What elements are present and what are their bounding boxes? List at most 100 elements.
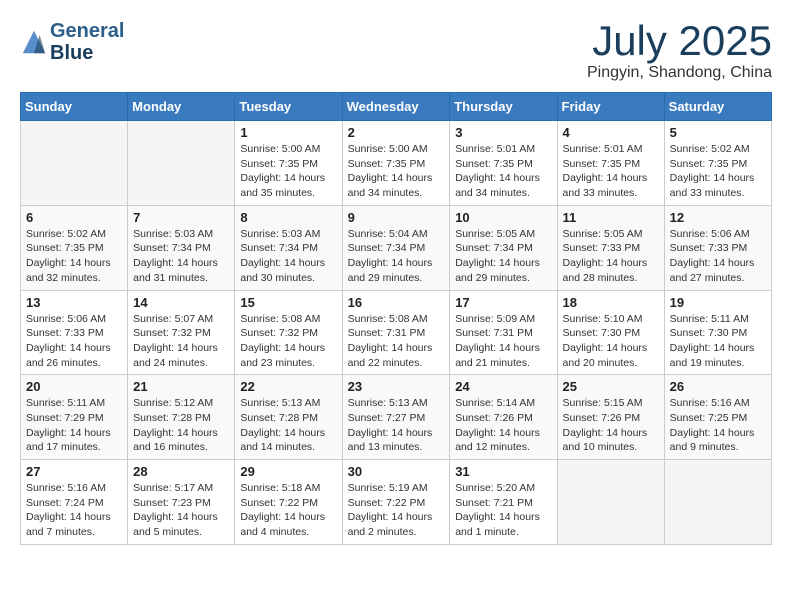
calendar-cell: 31Sunrise: 5:20 AMSunset: 7:21 PMDayligh…	[450, 460, 557, 545]
calendar-cell: 27 Sunrise: 5:16 AMSunset: 7:24 PMDayligh…	[21, 460, 128, 545]
logo-icon	[20, 28, 48, 56]
day-info: Sunrise: 5:06 AMSunset: 7:33 PMDaylight:…	[670, 227, 766, 286]
calendar-cell: 7 Sunrise: 5:03 AMSunset: 7:34 PMDaylight…	[128, 205, 235, 290]
day-info: Sunrise: 5:09 AMSunset: 7:31 PMDaylight:…	[455, 312, 551, 371]
day-info: Sunrise: 5:16 AMSunset: 7:24 PMDaylight:…	[26, 481, 122, 540]
day-number: 30	[348, 464, 445, 479]
calendar-cell	[128, 121, 235, 206]
day-info: Sunrise: 5:03 AMSunset: 7:34 PMDaylight:…	[240, 227, 336, 286]
day-number: 16	[348, 295, 445, 310]
calendar-week-1: 1 Sunrise: 5:00 AMSunset: 7:35 PMDaylight…	[21, 121, 772, 206]
calendar-header-row: SundayMondayTuesdayWednesdayThursdayFrid…	[21, 93, 772, 121]
calendar-cell: 1 Sunrise: 5:00 AMSunset: 7:35 PMDaylight…	[235, 121, 342, 206]
day-number: 3	[455, 125, 551, 140]
calendar-cell: 6 Sunrise: 5:02 AMSunset: 7:35 PMDaylight…	[21, 205, 128, 290]
calendar-cell: 25 Sunrise: 5:15 AMSunset: 7:26 PMDayligh…	[557, 375, 664, 460]
day-info: Sunrise: 5:06 AMSunset: 7:33 PMDaylight:…	[26, 312, 122, 371]
weekday-header-sunday: Sunday	[21, 93, 128, 121]
day-info: Sunrise: 5:02 AMSunset: 7:35 PMDaylight:…	[26, 227, 122, 286]
day-number: 21	[133, 379, 229, 394]
title-block: July 2025 Pingyin, Shandong, China	[587, 20, 772, 82]
day-info: Sunrise: 5:11 AMSunset: 7:29 PMDaylight:…	[26, 396, 122, 455]
logo-line2: Blue	[50, 42, 124, 64]
calendar-cell: 21 Sunrise: 5:12 AMSunset: 7:28 PMDayligh…	[128, 375, 235, 460]
calendar-cell: 22Sunrise: 5:13 AMSunset: 7:28 PMDayligh…	[235, 375, 342, 460]
day-number: 15	[240, 295, 336, 310]
calendar-cell: 29 Sunrise: 5:18 AMSunset: 7:22 PMDayligh…	[235, 460, 342, 545]
day-number: 2	[348, 125, 445, 140]
location-subtitle: Pingyin, Shandong, China	[587, 64, 772, 82]
calendar-cell: 24 Sunrise: 5:14 AMSunset: 7:26 PMDayligh…	[450, 375, 557, 460]
day-number: 1	[240, 125, 336, 140]
calendar-cell: 11 Sunrise: 5:05 AMSunset: 7:33 PMDayligh…	[557, 205, 664, 290]
calendar-cell: 3Sunrise: 5:01 AMSunset: 7:35 PMDaylight…	[450, 121, 557, 206]
calendar-cell: 8 Sunrise: 5:03 AMSunset: 7:34 PMDaylight…	[235, 205, 342, 290]
day-info: Sunrise: 5:00 AMSunset: 7:35 PMDaylight:…	[240, 142, 336, 201]
day-number: 18	[563, 295, 659, 310]
day-number: 25	[563, 379, 659, 394]
day-number: 10	[455, 210, 551, 225]
day-info: Sunrise: 5:19 AMSunset: 7:22 PMDaylight:…	[348, 481, 445, 540]
day-number: 6	[26, 210, 122, 225]
month-title: July 2025	[587, 20, 772, 62]
day-number: 11	[563, 210, 659, 225]
day-info: Sunrise: 5:04 AMSunset: 7:34 PMDaylight:…	[348, 227, 445, 286]
day-number: 22	[240, 379, 336, 394]
calendar-cell: 17 Sunrise: 5:09 AMSunset: 7:31 PMDayligh…	[450, 290, 557, 375]
day-number: 8	[240, 210, 336, 225]
day-number: 19	[670, 295, 766, 310]
day-info: Sunrise: 5:01 AMSunset: 7:35 PMDaylight:…	[563, 142, 659, 201]
day-info: Sunrise: 5:18 AMSunset: 7:22 PMDaylight:…	[240, 481, 336, 540]
logo-line1: General	[50, 20, 124, 42]
calendar-cell: 19 Sunrise: 5:11 AMSunset: 7:30 PMDayligh…	[664, 290, 771, 375]
calendar-cell	[557, 460, 664, 545]
calendar-week-3: 13 Sunrise: 5:06 AMSunset: 7:33 PMDayligh…	[21, 290, 772, 375]
day-number: 17	[455, 295, 551, 310]
day-number: 14	[133, 295, 229, 310]
calendar-cell: 14 Sunrise: 5:07 AMSunset: 7:32 PMDayligh…	[128, 290, 235, 375]
calendar-week-2: 6 Sunrise: 5:02 AMSunset: 7:35 PMDaylight…	[21, 205, 772, 290]
day-info: Sunrise: 5:05 AMSunset: 7:33 PMDaylight:…	[563, 227, 659, 286]
calendar-cell: 20 Sunrise: 5:11 AMSunset: 7:29 PMDayligh…	[21, 375, 128, 460]
day-info: Sunrise: 5:14 AMSunset: 7:26 PMDaylight:…	[455, 396, 551, 455]
day-info: Sunrise: 5:12 AMSunset: 7:28 PMDaylight:…	[133, 396, 229, 455]
day-number: 24	[455, 379, 551, 394]
day-number: 13	[26, 295, 122, 310]
calendar-cell: 9 Sunrise: 5:04 AMSunset: 7:34 PMDaylight…	[342, 205, 450, 290]
weekday-header-saturday: Saturday	[664, 93, 771, 121]
calendar-table: SundayMondayTuesdayWednesdayThursdayFrid…	[20, 92, 772, 545]
day-number: 9	[348, 210, 445, 225]
weekday-header-friday: Friday	[557, 93, 664, 121]
day-info: Sunrise: 5:17 AMSunset: 7:23 PMDaylight:…	[133, 481, 229, 540]
day-info: Sunrise: 5:03 AMSunset: 7:34 PMDaylight:…	[133, 227, 229, 286]
calendar-cell	[21, 121, 128, 206]
calendar-cell: 18Sunrise: 5:10 AMSunset: 7:30 PMDayligh…	[557, 290, 664, 375]
day-info: Sunrise: 5:15 AMSunset: 7:26 PMDaylight:…	[563, 396, 659, 455]
day-info: Sunrise: 5:16 AMSunset: 7:25 PMDaylight:…	[670, 396, 766, 455]
calendar-cell: 30 Sunrise: 5:19 AMSunset: 7:22 PMDayligh…	[342, 460, 450, 545]
calendar-cell: 12Sunrise: 5:06 AMSunset: 7:33 PMDayligh…	[664, 205, 771, 290]
calendar-week-5: 27 Sunrise: 5:16 AMSunset: 7:24 PMDayligh…	[21, 460, 772, 545]
day-number: 23	[348, 379, 445, 394]
calendar-cell: 10Sunrise: 5:05 AMSunset: 7:34 PMDayligh…	[450, 205, 557, 290]
page-header: General Blue July 2025 Pingyin, Shandong…	[20, 20, 772, 82]
day-number: 7	[133, 210, 229, 225]
day-info: Sunrise: 5:20 AMSunset: 7:21 PMDaylight:…	[455, 481, 551, 540]
calendar-cell: 4Sunrise: 5:01 AMSunset: 7:35 PMDaylight…	[557, 121, 664, 206]
day-number: 29	[240, 464, 336, 479]
calendar-cell	[664, 460, 771, 545]
weekday-header-tuesday: Tuesday	[235, 93, 342, 121]
calendar-cell: 28Sunrise: 5:17 AMSunset: 7:23 PMDayligh…	[128, 460, 235, 545]
calendar-body: 1 Sunrise: 5:00 AMSunset: 7:35 PMDaylight…	[21, 121, 772, 545]
day-info: Sunrise: 5:11 AMSunset: 7:30 PMDaylight:…	[670, 312, 766, 371]
weekday-header-monday: Monday	[128, 93, 235, 121]
day-number: 27	[26, 464, 122, 479]
day-number: 20	[26, 379, 122, 394]
day-info: Sunrise: 5:02 AMSunset: 7:35 PMDaylight:…	[670, 142, 766, 201]
calendar-cell: 2Sunrise: 5:00 AMSunset: 7:35 PMDaylight…	[342, 121, 450, 206]
day-info: Sunrise: 5:08 AMSunset: 7:31 PMDaylight:…	[348, 312, 445, 371]
day-info: Sunrise: 5:07 AMSunset: 7:32 PMDaylight:…	[133, 312, 229, 371]
calendar-cell: 13 Sunrise: 5:06 AMSunset: 7:33 PMDayligh…	[21, 290, 128, 375]
weekday-header-thursday: Thursday	[450, 93, 557, 121]
calendar-cell: 23Sunrise: 5:13 AMSunset: 7:27 PMDayligh…	[342, 375, 450, 460]
